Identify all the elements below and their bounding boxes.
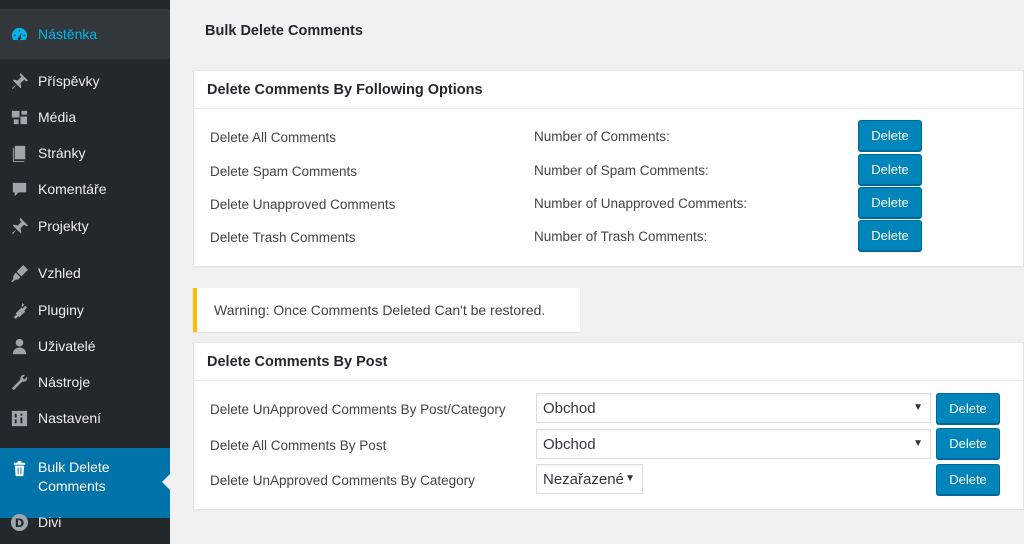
delete-unapproved-by-post-category-button[interactable]: Delete bbox=[936, 393, 1000, 424]
settings-icon bbox=[9, 408, 29, 428]
sidebar-item-label: Komentáře bbox=[38, 181, 107, 197]
delete-all-by-post-button[interactable]: Delete bbox=[936, 428, 1000, 459]
sidebar-item-label: Vzhled bbox=[38, 265, 81, 281]
post-panel: Delete Comments By Post Delete UnApprove… bbox=[193, 342, 1024, 510]
sidebar-item-media[interactable]: Média bbox=[0, 99, 170, 135]
sidebar-item-settings[interactable]: Nastavení bbox=[0, 400, 170, 436]
option-label: Delete All Comments bbox=[210, 130, 337, 145]
select-arrow-icon: ▼ bbox=[913, 402, 923, 413]
user-icon bbox=[9, 336, 29, 356]
post-category-select[interactable]: Obchod ▼ bbox=[536, 393, 931, 423]
select-arrow-icon: ▼ bbox=[913, 438, 923, 449]
delete-unapproved-by-category-button[interactable]: Delete bbox=[936, 464, 1000, 495]
sidebar-item-label: Příspěvky bbox=[38, 73, 100, 89]
wrench-icon bbox=[9, 372, 29, 392]
sidebar-item-label: Divi bbox=[38, 514, 62, 530]
sidebar-item-label: Média bbox=[38, 109, 77, 125]
options-panel: Delete Comments By Following Options Del… bbox=[193, 70, 1024, 267]
post-panel-title: Delete Comments By Post bbox=[194, 343, 1023, 381]
select-value: Nezařazené bbox=[543, 470, 624, 488]
pin-icon bbox=[9, 216, 29, 236]
post-select[interactable]: Obchod ▼ bbox=[536, 429, 931, 459]
dashboard-icon bbox=[9, 24, 29, 44]
delete-trash-comments-button[interactable]: Delete bbox=[858, 220, 922, 251]
option-count-label: Number of Spam Comments: bbox=[534, 163, 709, 178]
plugin-icon bbox=[9, 300, 29, 320]
post-option-label: Delete UnApproved Comments By Category bbox=[210, 473, 475, 488]
sidebar-item-label: Uživatelé bbox=[38, 338, 96, 354]
admin-sidebar: Nástěnka Příspěvky Média Stránky Komentá… bbox=[0, 0, 170, 544]
warning-notice: Warning: Once Comments Deleted Can't be … bbox=[193, 288, 580, 332]
sidebar-item-label: Stránky bbox=[38, 145, 86, 161]
option-label: Delete Spam Comments bbox=[210, 164, 358, 179]
warning-text: Warning: Once Comments Deleted Can't be … bbox=[214, 302, 546, 318]
sidebar-item-users[interactable]: Uživatelé bbox=[0, 328, 170, 364]
option-count-label: Number of Comments: bbox=[534, 129, 670, 144]
media-icon bbox=[9, 107, 29, 127]
sidebar-item-projects[interactable]: Projekty bbox=[0, 208, 170, 244]
divi-icon: D bbox=[9, 512, 29, 532]
sidebar-item-pages[interactable]: Stránky bbox=[0, 135, 170, 171]
sidebar-item-label: Projekty bbox=[38, 218, 89, 234]
option-count-label: Number of Trash Comments: bbox=[534, 229, 708, 244]
post-option-label: Delete UnApproved Comments By Post/Categ… bbox=[210, 402, 506, 417]
sidebar-item-dashboard[interactable]: Nástěnka bbox=[0, 9, 170, 59]
delete-unapproved-comments-button[interactable]: Delete bbox=[858, 187, 922, 218]
comments-icon bbox=[9, 179, 29, 199]
sidebar-item-label: Nástěnka bbox=[38, 26, 98, 42]
svg-text:D: D bbox=[14, 515, 23, 529]
page-title: Bulk Delete Comments bbox=[205, 23, 363, 39]
sidebar-item-label: Nastavení bbox=[38, 410, 102, 426]
select-value: Obchod bbox=[543, 399, 596, 417]
sidebar-item-divi[interactable]: D Divi bbox=[0, 504, 170, 540]
select-value: Obchod bbox=[543, 435, 596, 453]
sidebar-item-posts[interactable]: Příspěvky bbox=[0, 63, 170, 99]
category-select[interactable]: Nezařazené ▼ bbox=[536, 464, 643, 494]
sidebar-item-label: Nástroje bbox=[38, 374, 91, 390]
sidebar-item-tools[interactable]: Nástroje bbox=[0, 364, 170, 400]
appearance-icon bbox=[9, 263, 29, 283]
delete-all-comments-button[interactable]: Delete bbox=[858, 120, 922, 151]
sidebar-item-label: Bulk Delete Comments bbox=[38, 459, 110, 494]
sidebar-item-appearance[interactable]: Vzhled bbox=[0, 255, 170, 291]
option-count-label: Number of Unapproved Comments: bbox=[534, 196, 748, 211]
select-arrow-icon: ▼ bbox=[625, 473, 635, 484]
options-panel-title: Delete Comments By Following Options bbox=[194, 71, 1023, 109]
option-label: Delete Trash Comments bbox=[210, 230, 356, 245]
trash-icon bbox=[9, 458, 29, 478]
pin-icon bbox=[9, 71, 29, 91]
sidebar-item-plugins[interactable]: Pluginy bbox=[0, 292, 170, 328]
sidebar-item-comments[interactable]: Komentáře bbox=[0, 171, 170, 207]
post-option-label: Delete All Comments By Post bbox=[210, 438, 387, 453]
pages-icon bbox=[9, 143, 29, 163]
sidebar-item-label: Pluginy bbox=[38, 302, 84, 318]
option-label: Delete Unapproved Comments bbox=[210, 197, 396, 212]
delete-spam-comments-button[interactable]: Delete bbox=[858, 154, 922, 185]
